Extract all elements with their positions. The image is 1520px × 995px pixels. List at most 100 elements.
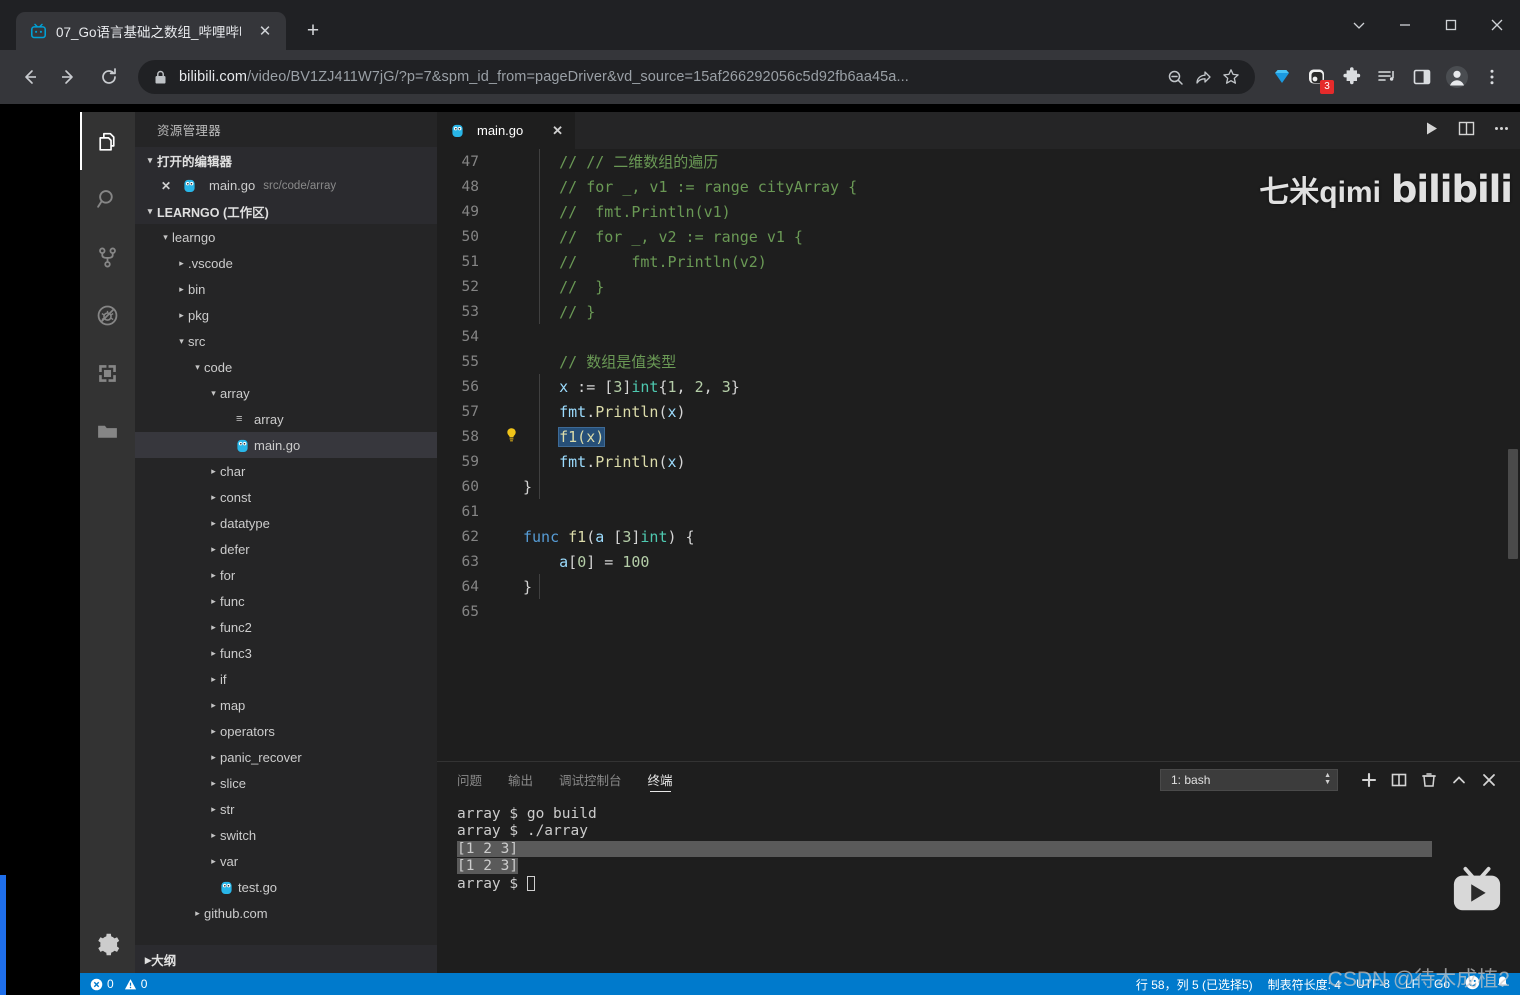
open-editor-item[interactable]: ✕ main.go src/code/array xyxy=(135,173,437,198)
tree-item-func3[interactable]: ▸ func3 xyxy=(135,640,437,666)
tree-item-str[interactable]: ▸ str xyxy=(135,796,437,822)
eol[interactable]: LF xyxy=(1405,977,1419,991)
activitybar-run-debug[interactable] xyxy=(80,286,135,344)
status-bar-problems[interactable]: 0 0 xyxy=(80,977,147,991)
diamond-extension-icon[interactable] xyxy=(1266,60,1298,94)
tree-item-github-com[interactable]: ▸ github.com xyxy=(135,900,437,926)
panel-tab[interactable]: 终端 xyxy=(648,762,673,797)
code-line[interactable]: 56 x := [3]int{1, 2, 3} xyxy=(437,374,1520,399)
reload-button[interactable] xyxy=(92,60,126,94)
open-editors-header[interactable]: ▾ 打开的编辑器 xyxy=(135,147,437,173)
editor-tab-main-go[interactable]: main.go ✕ xyxy=(437,112,575,149)
browser-tab-close-icon[interactable]: ✕ xyxy=(254,20,276,42)
tree-item-datatype[interactable]: ▸ datatype xyxy=(135,510,437,536)
smiley-icon[interactable] xyxy=(1465,975,1480,993)
puzzle-extensions-icon[interactable] xyxy=(1336,60,1368,94)
cursor-position[interactable]: 行 58，列 5 (已选择5) xyxy=(1136,976,1253,993)
activitybar-source-control[interactable] xyxy=(80,228,135,286)
side-panel-icon[interactable] xyxy=(1406,60,1438,94)
ellipsis-icon[interactable] xyxy=(1493,120,1510,142)
tree-item-pkg[interactable]: ▸ pkg xyxy=(135,302,437,328)
code-line[interactable]: 59 fmt.Println(x) xyxy=(437,449,1520,474)
split-terminal-button[interactable] xyxy=(1384,765,1414,795)
code-line[interactable]: 61 xyxy=(437,499,1520,524)
play-icon[interactable] xyxy=(1423,120,1440,142)
tree-item-slice[interactable]: ▸ slice xyxy=(135,770,437,796)
outline-section[interactable]: ▸ 大纲 xyxy=(135,945,437,973)
tree-item-char[interactable]: ▸ char xyxy=(135,458,437,484)
panel-tab[interactable]: 问题 xyxy=(457,762,482,797)
maximize-panel-button[interactable] xyxy=(1444,765,1474,795)
tree-item--vscode[interactable]: ▸ .vscode xyxy=(135,250,437,276)
tree-item-main-go[interactable]: ▸ main.go xyxy=(135,432,437,458)
capture-extension-icon[interactable]: 3 xyxy=(1301,60,1334,94)
profile-avatar-icon[interactable] xyxy=(1441,60,1473,94)
terminal-output[interactable]: array $ go build array $ ./array [1 2 3] [1… xyxy=(437,797,1520,893)
maximize-icon[interactable] xyxy=(1428,0,1474,50)
gear-icon[interactable] xyxy=(80,915,135,973)
tree-item-array[interactable]: ▾ array xyxy=(135,380,437,406)
tree-item-switch[interactable]: ▸ switch xyxy=(135,822,437,848)
minimize-icon[interactable] xyxy=(1382,0,1428,50)
code-line[interactable]: 64} xyxy=(437,574,1520,599)
back-button[interactable] xyxy=(12,60,46,94)
panel-tab[interactable]: 调试控制台 xyxy=(559,762,622,797)
bilibili-tv-play-icon[interactable] xyxy=(1448,865,1506,917)
code-line[interactable]: 47 // // 二维数组的遍历 xyxy=(437,149,1520,174)
code-line[interactable]: 48 // for _, v1 := range cityArray { xyxy=(437,174,1520,199)
activitybar-search[interactable] xyxy=(80,170,135,228)
tree-item-const[interactable]: ▸ const xyxy=(135,484,437,510)
tree-item-learngo[interactable]: ▾ learngo xyxy=(135,224,437,250)
bookmark-star-icon[interactable] xyxy=(1217,63,1245,91)
tree-item-code[interactable]: ▾ code xyxy=(135,354,437,380)
code-line[interactable]: 52 // } xyxy=(437,274,1520,299)
editor-tab-close-icon[interactable]: ✕ xyxy=(552,123,563,139)
tree-item-func2[interactable]: ▸ func2 xyxy=(135,614,437,640)
code-line[interactable]: 58 f1(x) xyxy=(437,424,1520,449)
tree-item-defer[interactable]: ▸ defer xyxy=(135,536,437,562)
tree-item-panic-recover[interactable]: ▸ panic_recover xyxy=(135,744,437,770)
code-line[interactable]: 53 // } xyxy=(437,299,1520,324)
collapse-icon[interactable] xyxy=(1336,0,1382,50)
code-line[interactable]: 50 // for _, v2 := range v1 { xyxy=(437,224,1520,249)
kill-terminal-button[interactable] xyxy=(1414,765,1444,795)
code-line[interactable]: 55 // 数组是值类型 xyxy=(437,349,1520,374)
code-line[interactable]: 49 // fmt.Println(v1) xyxy=(437,199,1520,224)
code-line[interactable]: 54 xyxy=(437,324,1520,349)
activitybar-extensions[interactable] xyxy=(80,344,135,402)
tree-item-operators[interactable]: ▸ operators xyxy=(135,718,437,744)
code-editor[interactable]: 47 // // 二维数组的遍历 48 // for _, v1 := range… xyxy=(437,149,1520,761)
code-line[interactable]: 60} xyxy=(437,474,1520,499)
panel-tab[interactable]: 输出 xyxy=(508,762,533,797)
tree-item-var[interactable]: ▸ var xyxy=(135,848,437,874)
tree-item-test-go[interactable]: ▸ test.go xyxy=(135,874,437,900)
activitybar-explorer[interactable] xyxy=(80,112,135,170)
media-playlist-icon[interactable] xyxy=(1371,60,1403,94)
code-line[interactable]: 63 a[0] = 100 xyxy=(437,549,1520,574)
code-line[interactable]: 65 xyxy=(437,599,1520,624)
chevron-updown-icon[interactable]: ▲ ▼ xyxy=(1324,772,1331,786)
close-icon[interactable] xyxy=(1474,0,1520,50)
tree-item-if[interactable]: ▸ if xyxy=(135,666,437,692)
code-line[interactable]: 62 func f1(a [3]int) { xyxy=(437,524,1520,549)
browser-tab[interactable]: 07_Go语言基础之数组_哔哩哔哩 ✕ xyxy=(16,12,286,50)
tree-item-for[interactable]: ▸ for xyxy=(135,562,437,588)
activitybar-remote-folder[interactable] xyxy=(80,402,135,460)
tree-item-array[interactable]: ▸≡ array xyxy=(135,406,437,432)
split-editor-icon[interactable] xyxy=(1458,120,1475,142)
chrome-menu-icon[interactable] xyxy=(1476,60,1508,94)
code-line[interactable]: 57 fmt.Println(x) xyxy=(437,399,1520,424)
tree-item-func[interactable]: ▸ func xyxy=(135,588,437,614)
forward-button[interactable] xyxy=(52,60,86,94)
bell-icon[interactable] xyxy=(1495,975,1510,993)
share-icon[interactable] xyxy=(1189,63,1217,91)
workspace-header[interactable]: ▾ LEARNGO (工作区) xyxy=(135,198,437,224)
new-tab-button[interactable]: + xyxy=(298,16,328,46)
tree-item-bin[interactable]: ▸ bin xyxy=(135,276,437,302)
code-line[interactable]: 51 // fmt.Println(v2) xyxy=(437,249,1520,274)
address-bar[interactable]: bilibili.com/video/BV1ZJ411W7jG/?p=7&spm… xyxy=(138,60,1255,94)
tree-item-src[interactable]: ▾ src xyxy=(135,328,437,354)
terminal-selector[interactable]: 1: bash ▲ ▼ xyxy=(1160,768,1338,791)
encoding[interactable]: UTF-8 xyxy=(1356,977,1390,991)
new-terminal-button[interactable] xyxy=(1354,765,1384,795)
